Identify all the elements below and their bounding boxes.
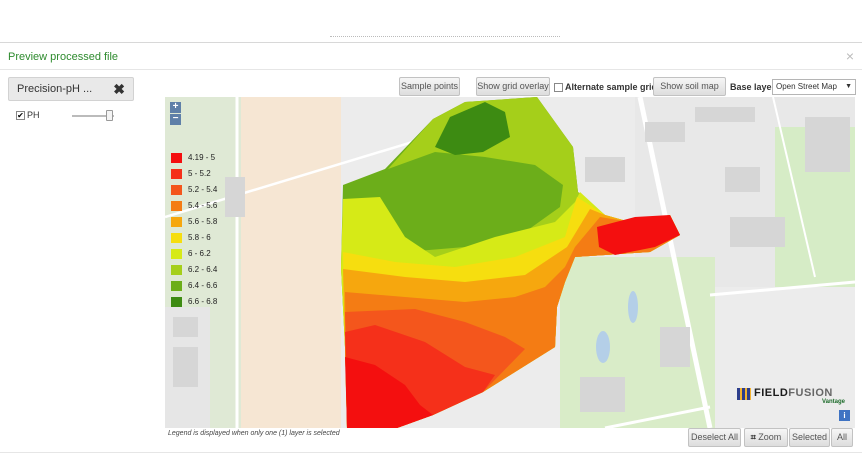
info-icon[interactable]: i xyxy=(839,410,850,421)
show-grid-overlay-button[interactable]: Show grid overlay xyxy=(476,77,550,96)
zoom-selected-button[interactable]: Selected xyxy=(789,428,830,447)
ph-checkbox-label: PH xyxy=(27,110,40,120)
show-soil-map-button[interactable]: Show soil map xyxy=(653,77,726,96)
alternate-sample-grid-checkbox[interactable] xyxy=(554,83,563,92)
legend-swatch xyxy=(171,169,182,179)
opacity-slider-handle[interactable] xyxy=(106,110,113,121)
base-layer-select[interactable]: Open Street Map ▼ xyxy=(772,79,856,95)
map-canvas xyxy=(165,97,855,428)
zoom-all-button[interactable]: All xyxy=(831,428,853,447)
alternate-sample-grid-label: Alternate sample grid xyxy=(565,82,658,92)
brand-subtext: Vantage xyxy=(822,399,846,405)
layer-panel-header: Precision-pH ... ✖ xyxy=(8,77,134,101)
legend-label: 5.6 - 5.8 xyxy=(188,217,218,226)
brand-grid-icon xyxy=(737,388,751,400)
modal-footer-divider xyxy=(0,452,862,453)
brand-wordmark: FIELDFUSION xyxy=(754,387,833,399)
binoculars-icon: ⌗ xyxy=(750,432,756,442)
sample-points-button[interactable]: Sample points xyxy=(399,77,460,96)
remove-layer-icon[interactable]: ✖ xyxy=(113,81,125,98)
legend-label: 6.6 - 6.8 xyxy=(188,297,218,306)
legend-label: 5.2 - 5.4 xyxy=(188,185,218,194)
legend-label: 6 - 6.2 xyxy=(188,249,211,258)
legend-label: 5.8 - 6 xyxy=(188,233,211,242)
page-header-strip xyxy=(0,0,862,42)
legend-label: 5 - 5.2 xyxy=(188,169,211,178)
ph-checkbox[interactable]: ✔ xyxy=(16,111,25,120)
layer-ph-row: ✔ PH xyxy=(16,110,136,124)
legend-swatch xyxy=(171,201,182,211)
legend-swatch xyxy=(171,281,182,291)
legend-swatch xyxy=(171,153,182,163)
base-layer-label: Base layer: xyxy=(730,82,779,92)
zoom-in-button[interactable]: + xyxy=(170,102,181,113)
legend-label: 5.4 - 5.6 xyxy=(188,201,218,210)
legend-label: 6.4 - 6.6 xyxy=(188,281,218,290)
legend-label: 4.19 - 5 xyxy=(188,153,216,162)
zoom-button[interactable]: ⌗ Zoom xyxy=(744,428,788,447)
chevron-down-icon: ▼ xyxy=(845,83,852,90)
zoom-button-label: Zoom xyxy=(758,432,782,442)
modal-header: Preview processed file × xyxy=(0,43,862,70)
header-placeholder xyxy=(330,36,560,40)
modal-title: Preview processed file xyxy=(8,51,119,63)
layer-name: Precision-pH ... xyxy=(17,83,93,95)
deselect-all-button[interactable]: Deselect All xyxy=(688,428,741,447)
fieldfusion-logo: FIELDFUSION Vantage xyxy=(737,387,853,427)
base-layer-value: Open Street Map xyxy=(776,82,837,91)
legend-swatch xyxy=(171,185,182,195)
legend-label: 6.2 - 6.4 xyxy=(188,265,218,274)
legend-swatch xyxy=(171,217,182,227)
legend-note: Legend is displayed when only one (1) la… xyxy=(168,430,340,437)
legend-swatch xyxy=(171,233,182,243)
close-icon[interactable]: × xyxy=(846,48,854,64)
map-view[interactable]: + − 4.19 - 5 5 - 5.2 5.2 - 5.4 5.4 - 5.6… xyxy=(165,97,855,428)
legend-swatch xyxy=(171,297,182,307)
legend-swatch xyxy=(171,265,182,275)
zoom-control: + − xyxy=(170,102,181,126)
zoom-out-button[interactable]: − xyxy=(170,114,181,125)
legend-swatch xyxy=(171,249,182,259)
